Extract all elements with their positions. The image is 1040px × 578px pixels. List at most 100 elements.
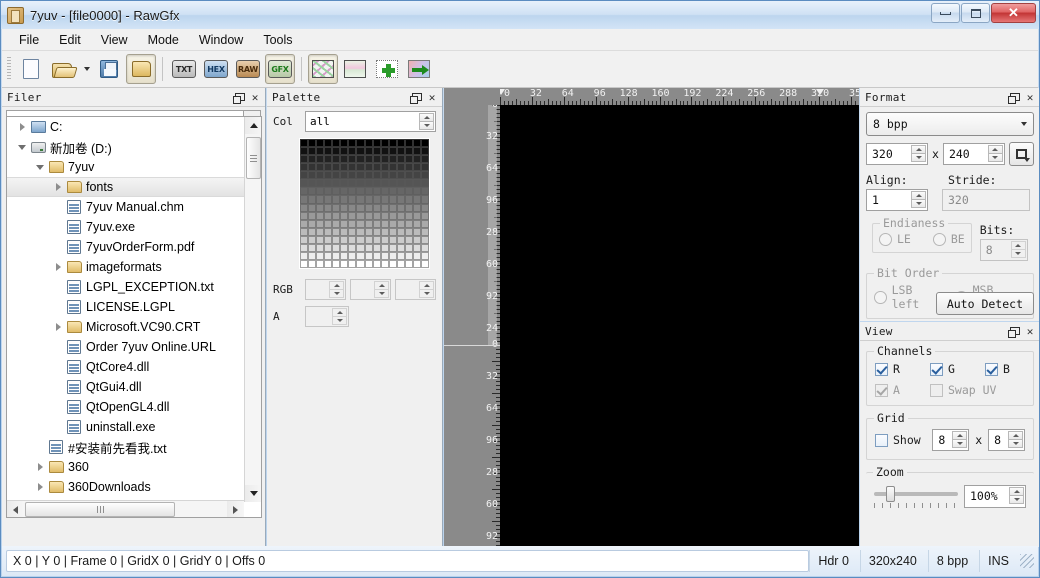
vscroll-thumb[interactable] [246,137,261,179]
bitorder-lsb-radio[interactable]: LSB left [874,283,945,311]
zoom-slider[interactable] [874,483,958,509]
palette-cell[interactable] [381,147,389,155]
height-step-down[interactable] [988,153,1003,162]
palette-cell[interactable] [348,155,356,163]
tree-row[interactable]: 360Downloads [7,477,244,497]
rgb-g-step-up[interactable] [374,281,389,289]
alpha-stepper[interactable] [332,308,347,325]
palette-cell[interactable] [413,220,421,228]
palette-cell[interactable] [356,220,364,228]
palette-cell[interactable] [397,244,405,252]
image-view-area[interactable]: 032649612816019222425628832035 032649612… [444,88,859,547]
palette-close-button[interactable]: ✕ [425,90,439,104]
palette-cell[interactable] [413,244,421,252]
palette-cell[interactable] [373,195,381,203]
palette-cell[interactable] [365,155,373,163]
palette-cell[interactable] [324,163,332,171]
palette-cell[interactable] [324,252,332,260]
palette-cell[interactable] [340,228,348,236]
palette-cell[interactable] [316,171,324,179]
palette-cell[interactable] [324,179,332,187]
palette-cell[interactable] [324,195,332,203]
palette-cell[interactable] [381,155,389,163]
palette-cell[interactable] [300,163,308,171]
palette-cell[interactable] [308,195,316,203]
palette-cell[interactable] [381,204,389,212]
rgb-g-input[interactable] [350,279,391,300]
palette-cell[interactable] [405,155,413,163]
palette-cell[interactable] [340,139,348,147]
palette-cell[interactable] [348,212,356,220]
tree-twisty[interactable] [51,183,65,191]
palette-cell[interactable] [405,204,413,212]
palette-cell[interactable] [365,244,373,252]
palette-cell[interactable] [332,220,340,228]
col-step-down[interactable] [419,121,434,130]
palette-cell[interactable] [389,195,397,203]
tree-row[interactable]: QtCore4.dll [7,357,244,377]
palette-cell[interactable] [381,179,389,187]
palette-float-button[interactable] [408,90,422,104]
maximize-button[interactable] [961,3,990,23]
grid-show-checkbox[interactable]: Show [875,433,926,447]
rgb-b-step-down[interactable] [419,289,434,298]
open-file-button[interactable] [48,54,78,84]
palette-cell[interactable] [397,260,405,268]
rgb-b-input[interactable] [395,279,436,300]
palette-cell[interactable] [316,195,324,203]
palette-cell[interactable] [356,228,364,236]
tree-twisty[interactable] [15,123,29,131]
grid-x-input[interactable]: 8 [932,429,969,451]
palette-cell[interactable] [389,220,397,228]
palette-cell[interactable] [348,244,356,252]
bpp-select[interactable]: 8 bpp [866,112,1034,136]
rgb-b-stepper[interactable] [419,281,434,298]
tree-row[interactable]: C: [7,117,244,137]
palette-cell[interactable] [340,212,348,220]
palette-cell[interactable] [397,228,405,236]
palette-cell[interactable] [365,163,373,171]
tree-row[interactable]: LICENSE.LGPL [7,297,244,317]
palette-cell[interactable] [308,139,316,147]
palette-cell[interactable] [324,260,332,268]
palette-cell[interactable] [405,195,413,203]
scroll-down-button[interactable] [245,485,262,502]
palette-cell[interactable] [373,139,381,147]
palette-cell[interactable] [316,236,324,244]
palette-cell[interactable] [324,244,332,252]
palette-cell[interactable] [389,179,397,187]
palette-cell[interactable] [300,236,308,244]
palette-cell[interactable] [348,179,356,187]
palette-cell[interactable] [340,179,348,187]
width-input[interactable]: 320 [866,143,928,165]
palette-cell[interactable] [356,236,364,244]
palette-cell[interactable] [373,228,381,236]
palette-cell[interactable] [413,260,421,268]
palette-cell[interactable] [308,236,316,244]
palette-cell[interactable] [308,163,316,171]
browse-folder-button[interactable] [126,54,156,84]
grid-y-stepper[interactable] [1008,431,1023,448]
palette-cell[interactable] [356,139,364,147]
palette-cell[interactable] [356,244,364,252]
palette-cell[interactable] [421,260,429,268]
rgb-b-step-up[interactable] [419,281,434,289]
tree-row[interactable]: imageformats [7,257,244,277]
menu-view[interactable]: View [92,30,137,50]
rgb-r-stepper[interactable] [329,281,344,298]
palette-cell[interactable] [316,139,324,147]
palette-cell[interactable] [421,139,429,147]
palette-cell[interactable] [389,187,397,195]
palette-cell[interactable] [356,147,364,155]
palette-cell[interactable] [324,147,332,155]
scroll-right-button[interactable] [227,501,244,518]
palette-cell[interactable] [308,179,316,187]
tree-twisty[interactable] [33,165,47,170]
palette-cell[interactable] [365,212,373,220]
palette-cell[interactable] [381,228,389,236]
palette-cell[interactable] [405,220,413,228]
palette-cell[interactable] [421,163,429,171]
palette-cell[interactable] [308,171,316,179]
palette-cell[interactable] [365,228,373,236]
palette-cell[interactable] [365,236,373,244]
